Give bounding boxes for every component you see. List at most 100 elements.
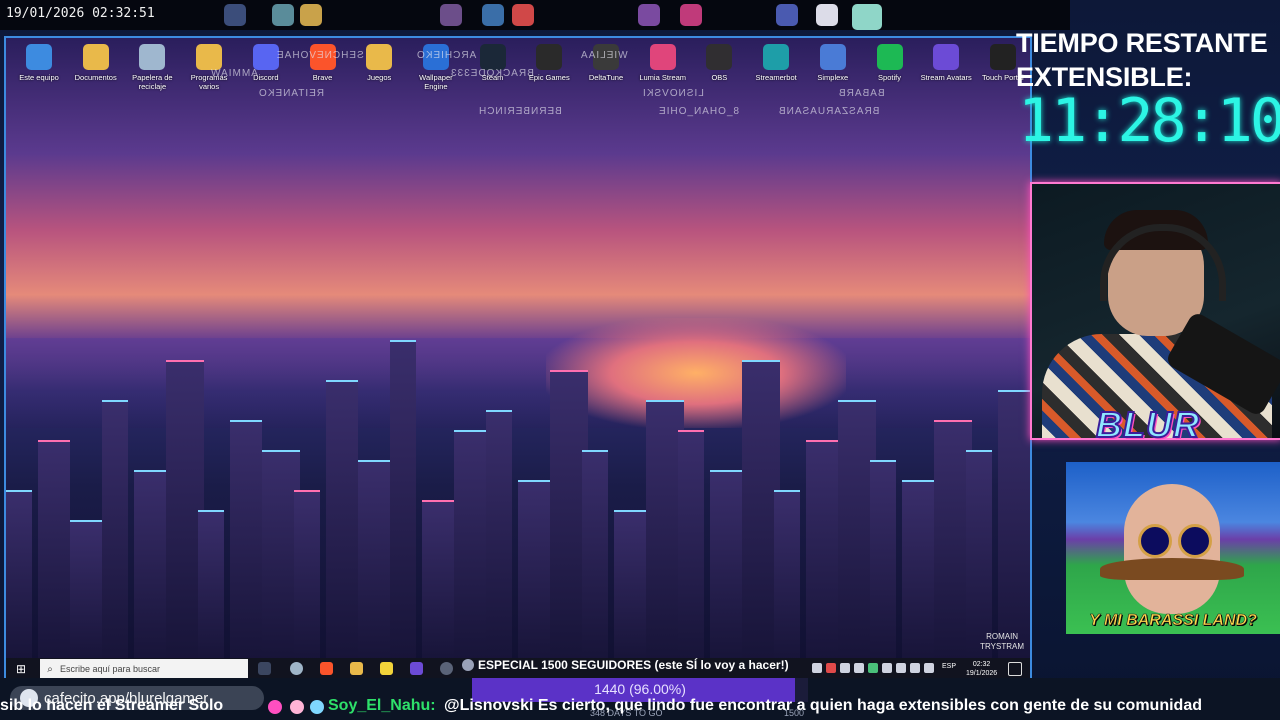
tray-icon[interactable] <box>812 663 822 673</box>
skyline-building <box>486 410 512 662</box>
desktop-icon[interactable]: Streamerbot <box>747 44 805 82</box>
folder-icon <box>196 44 223 70</box>
desktop-icon[interactable]: Spotify <box>861 44 919 82</box>
desktop-icon[interactable]: Simplexe <box>804 44 862 82</box>
chat-ticker: sib lo hacen el Streamer Solo Soy_El_Nah… <box>0 696 1280 718</box>
touch-portal-icon <box>989 44 1016 70</box>
skyline-building <box>518 480 550 662</box>
skyline-building <box>134 470 166 662</box>
skyline-building <box>870 460 896 662</box>
streamerbot-icon <box>763 44 790 70</box>
chat-username: Soy_El_Nahu: <box>328 697 436 714</box>
skyline-building <box>294 490 320 662</box>
notification-icon[interactable] <box>1008 662 1022 676</box>
chat-message: @Lisnovski Es cierto, que lindo fue enco… <box>444 697 1202 714</box>
obs-icon <box>706 44 733 70</box>
steam-taskbar-icon[interactable] <box>440 662 453 675</box>
tray-icon[interactable] <box>826 663 836 673</box>
language-indicator[interactable]: ESP <box>942 663 956 670</box>
mirrored-overlay-label: ARCHIEKO <box>416 50 477 61</box>
stream-scene: 19/01/2026 02:32:51 Este equipo Documento… <box>0 0 1280 720</box>
blur-logo: BLUR <box>1095 403 1200 446</box>
wallpaper-credit: ROMAIN TRYSTRAM <box>980 632 1024 651</box>
desktop-screen: Este equipo Documentos Papelera de recicla… <box>4 36 1032 682</box>
desktop-icon-label: Juegos <box>367 73 392 82</box>
skyline-building <box>902 480 934 662</box>
mirrored-overlay-label: BABARB <box>838 88 885 99</box>
epic-games-icon <box>536 44 563 70</box>
desktop-icon-label: Documentos <box>74 73 117 82</box>
skyline-building <box>390 340 416 662</box>
skyline-building <box>230 420 262 662</box>
recycle-bin-icon <box>139 44 166 70</box>
timer-title-line: TIEMPO RESTANTE <box>1016 28 1268 58</box>
simplexe-icon <box>819 44 846 70</box>
desktop-icon[interactable]: Documentos <box>67 44 125 82</box>
desktop-icon[interactable]: Stream Avatars <box>917 44 975 82</box>
skyline-building <box>678 430 704 662</box>
tray-icon[interactable] <box>868 663 878 673</box>
avatar-sprite <box>638 4 660 26</box>
mirrored-overlay-label: BERNBERINCH <box>478 106 562 117</box>
tray-icon[interactable] <box>854 663 864 673</box>
sticky-notes-icon[interactable] <box>380 662 393 675</box>
network-icon[interactable] <box>910 663 920 673</box>
meme-image <box>1066 462 1280 634</box>
desktop-icon[interactable]: Lumia Stream <box>634 44 692 82</box>
taskbar-time: 02:32 <box>972 661 991 668</box>
skyline-building <box>998 390 1030 662</box>
chat-previous-message: sib lo hacen el Streamer Solo <box>0 697 224 714</box>
desktop-icon[interactable]: Papelera de reciclaje <box>123 44 181 91</box>
desktop-icon-label: DeltaTune <box>588 73 624 82</box>
task-view-icon[interactable] <box>258 662 271 675</box>
webcam-feed <box>1030 182 1280 440</box>
meme-caption: Y MI BARASSI LAND? <box>1089 612 1257 630</box>
mustache-icon <box>1100 558 1244 580</box>
emote-icon <box>290 700 304 714</box>
tray-icon[interactable] <box>882 663 892 673</box>
desktop-icon-label: Stream Avatars <box>920 73 972 82</box>
stream-title-banner: ESPECIAL 1500 SEGUIDORES (este SÍ lo voy… <box>462 656 789 674</box>
taskbar-search-box[interactable]: ⌕ Escribe aquí para buscar <box>40 659 248 679</box>
skyline-building <box>326 380 358 662</box>
tray-icon[interactable] <box>840 663 850 673</box>
avatar-sprite <box>224 4 246 26</box>
edge-icon[interactable] <box>290 662 303 675</box>
skyline-building <box>6 490 32 662</box>
timer-countdown: 11:28:10 <box>1018 86 1280 156</box>
keyboard-icon[interactable] <box>924 663 934 673</box>
stream-avatars-taskbar-icon[interactable] <box>410 662 423 675</box>
steam-icon <box>479 44 506 70</box>
desktop-icon[interactable]: Este equipo <box>10 44 68 82</box>
heart-emote-icon <box>268 700 282 714</box>
mirrored-overlay-label: BRASZARUASANB <box>778 106 880 117</box>
discord-icon <box>252 44 279 70</box>
mirrored-overlay-label: REITANEKO <box>258 88 325 99</box>
skyline-building <box>582 450 608 662</box>
volume-icon[interactable] <box>896 663 906 673</box>
wallpaper-bay <box>6 338 1030 428</box>
sunglasses-icon <box>1178 524 1212 558</box>
timer-title: TIEMPO RESTANTE EXTENSIBLE: <box>1016 26 1268 94</box>
stream-avatars-icon <box>933 44 960 70</box>
windows-start-icon[interactable]: ⊞ <box>14 662 28 676</box>
avatar-sprite <box>272 4 294 26</box>
skyline-building <box>806 440 838 662</box>
folder-icon <box>366 44 393 70</box>
mirrored-overlay-label: AMMIAW <box>210 68 258 79</box>
badge-icon <box>310 700 324 714</box>
taskbar-clock[interactable]: 02:32 19/1/2026 <box>966 660 997 678</box>
brave-taskbar-icon[interactable] <box>320 662 333 675</box>
channel-dot-icon <box>462 659 474 671</box>
avatar-sprite <box>852 4 882 30</box>
desktop-icon[interactable]: OBS <box>690 44 748 82</box>
lumia-stream-icon <box>649 44 676 70</box>
avatar-sprite <box>512 4 534 26</box>
skyline-building <box>198 510 224 662</box>
sunglasses-icon <box>1138 524 1172 558</box>
desktop-icon-label: Simplexe <box>817 73 849 82</box>
desktop-icon-label: Lumia Stream <box>639 73 687 82</box>
file-explorer-icon[interactable] <box>350 662 363 675</box>
wallpaper-sunset <box>546 318 846 428</box>
skyline-building <box>614 510 646 662</box>
